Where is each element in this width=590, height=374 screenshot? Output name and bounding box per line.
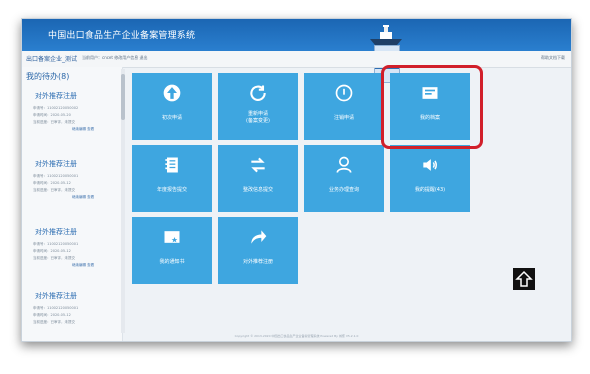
tile-my-reminders[interactable]: 我的提醒(43): [390, 145, 470, 212]
todo-sidebar: 我的待办(8) 对外推荐注册 申请号：11002120050002 申请时间：2…: [22, 67, 123, 341]
tile-label: 我的通知书: [159, 259, 185, 265]
tile-business-query[interactable]: 业务办理查询: [304, 145, 384, 212]
arrow-up-icon: [163, 84, 181, 102]
sidebar-scrollbar[interactable]: [121, 69, 125, 333]
user-links[interactable]: 当前用户：cncet 修改用户信息 退出: [82, 55, 148, 61]
tile-rectify-submit[interactable]: 整改信息提交: [218, 145, 298, 212]
todo-item-date: 申请时间：2020-05-12: [33, 249, 71, 253]
todo-item[interactable]: 对外推荐注册 申请号：11002120050001 申请时间：2020-05-1…: [30, 227, 115, 289]
power-icon: [335, 84, 353, 102]
todo-item[interactable]: 对外推荐注册 申请号：11002120050002 申请时间：2020-05-2…: [30, 91, 115, 153]
tile-label: 初次申请: [161, 115, 182, 121]
todo-item-title[interactable]: 对外推荐注册: [35, 159, 77, 169]
tile-label: 对外推荐注册: [242, 259, 273, 265]
tile-label: 整改信息提交: [242, 187, 273, 193]
tile-my-notices[interactable]: 我的通知书: [132, 217, 212, 284]
tile-label: 年度报告提交: [156, 187, 187, 193]
todo-item-number: 申请号：11002120050001: [33, 174, 79, 178]
todo-item-title[interactable]: 对外推荐注册: [35, 91, 77, 101]
todo-item-actions[interactable]: 继续编辑 查看: [72, 263, 94, 268]
todo-item-actions[interactable]: 继续编辑 查看: [72, 127, 94, 132]
user-search-icon: [336, 156, 352, 173]
todo-item-number: 申请号：11002120050001: [33, 242, 79, 246]
tile-label: 业务办理查询: [328, 187, 359, 193]
refresh-icon: [250, 85, 266, 101]
tile-label: 我的提醒(43): [414, 187, 446, 193]
todo-item-actions[interactable]: 继续编辑 查看: [72, 195, 94, 200]
tile-reapply[interactable]: 重新申请 (备案变更): [218, 73, 298, 140]
sidebar-scroll-thumb[interactable]: [121, 74, 125, 120]
tile-label: 重新申请 (备案变更): [246, 111, 270, 124]
todo-item-title[interactable]: 对外推荐注册: [35, 227, 77, 237]
swap-arrows-icon: [251, 157, 265, 173]
ship-logo-icon: [370, 25, 402, 45]
highlight-box: [381, 65, 483, 149]
app-window: 中国出口食品生产企业备案管理系统 企业入口 切换风格 出口备案企业_测试 当前用…: [21, 18, 572, 342]
speaker-icon: [423, 159, 437, 171]
scroll-top-button[interactable]: [513, 268, 535, 290]
share-arrow-icon: [251, 230, 267, 244]
todo-item-number: 申请号：11002120050001: [33, 306, 79, 310]
todo-item-status: 当前进度：已审评，未提交: [33, 120, 75, 124]
todo-item-status: 当前进度：已审评，未提交: [33, 188, 75, 192]
todo-item[interactable]: 对外推荐注册 申请号：11002120050001 申请时间：2020-05-1…: [30, 159, 115, 221]
todo-item-status: 当前进度：已审评，未提交: [33, 256, 75, 260]
user-bar: 出口备案企业_测试 当前用户：cncet 修改用户信息 退出 帮助文档下载: [22, 51, 571, 68]
help-download-link[interactable]: 帮助文档下载: [541, 55, 565, 61]
envelope-star-icon: [164, 231, 180, 243]
todo-item-date: 申请时间：2020-05-12: [33, 181, 71, 185]
tile-external-registration[interactable]: 对外推荐注册: [218, 217, 298, 284]
footer: Copyright © 2013-2020 中国出口食品生产企业备案管理系统 P…: [234, 334, 359, 338]
tile-initial-apply[interactable]: 初次申请: [132, 73, 212, 140]
todo-item-number: 申请号：11002120050002: [33, 106, 79, 110]
todo-title: 我的待办(8): [26, 72, 70, 81]
todo-item-title[interactable]: 对外推荐注册: [35, 291, 77, 301]
top-bar: 中国出口食品生产企业备案管理系统: [22, 19, 571, 51]
notebook-icon: [165, 157, 178, 173]
company-name: 出口备案企业_测试: [26, 56, 78, 63]
tile-cancel-apply[interactable]: 注销申请: [304, 73, 384, 140]
todo-item-date: 申请时间：2020-05-20: [33, 113, 71, 117]
app-title: 中国出口食品生产企业备案管理系统: [48, 31, 196, 41]
todo-item-date: 申请时间：2020-05-12: [33, 313, 71, 317]
tile-label: 注销申请: [333, 115, 354, 121]
todo-item-status: 当前进度：已审评，未提交: [33, 320, 75, 324]
tile-annual-report[interactable]: 年度报告提交: [132, 145, 212, 212]
